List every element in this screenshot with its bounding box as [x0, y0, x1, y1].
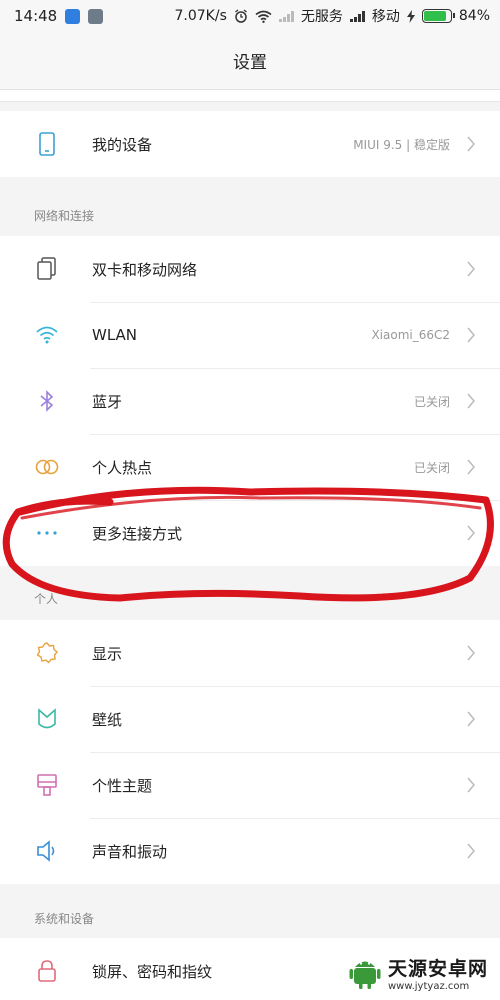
notification-app-icon	[65, 8, 81, 24]
settings-item-sound[interactable]: 声音和振动	[0, 818, 500, 884]
search-strip	[0, 90, 500, 102]
network-speed: 7.07K/s	[174, 8, 227, 24]
more-dots-icon	[34, 520, 60, 546]
battery-percent: 84%	[458, 8, 490, 24]
section-network: 双卡和移动网络 WLAN Xiaomi_66C2 蓝牙 已关闭 个人热点 已关闭…	[0, 236, 500, 566]
notification-message-icon	[88, 8, 104, 24]
settings-item-label: 个性主题	[92, 776, 153, 795]
section-header-personal: 个人	[0, 578, 500, 618]
settings-item-my-device[interactable]: 我的设备 MIUI 9.5 | 稳定版	[0, 111, 500, 177]
settings-item-dual-sim[interactable]: 双卡和移动网络	[0, 236, 500, 302]
settings-item-wallpaper[interactable]: 壁纸	[0, 686, 500, 752]
settings-item-wlan[interactable]: WLAN Xiaomi_66C2	[0, 302, 500, 368]
settings-item-hotspot[interactable]: 个人热点 已关闭	[0, 434, 500, 500]
settings-item-label: 声音和振动	[92, 842, 168, 861]
settings-item-label: 蓝牙	[92, 392, 123, 411]
sim2-signal-icon	[349, 10, 365, 22]
sim1-signal-icon	[278, 10, 294, 22]
lock-icon	[34, 958, 60, 984]
charging-icon	[406, 9, 415, 23]
settings-item-theme[interactable]: 个性主题	[0, 752, 500, 818]
chevron-right-icon	[467, 261, 475, 277]
chevron-right-icon	[467, 393, 475, 409]
hotspot-icon	[34, 454, 60, 480]
no-service-text: 无服务	[300, 9, 343, 25]
settings-item-value: MIUI 9.5 | 稳定版	[353, 137, 450, 152]
section-header-label: 系统和设备	[34, 911, 95, 926]
chevron-right-icon	[467, 136, 475, 152]
page-title: 设置	[233, 53, 267, 73]
settings-item-label: 壁纸	[92, 710, 123, 729]
chevron-right-icon	[467, 711, 475, 727]
wifi-status-icon	[255, 10, 272, 23]
chevron-right-icon	[467, 843, 475, 859]
chevron-right-icon	[467, 525, 475, 541]
settings-item-label: WLAN	[92, 326, 138, 344]
android-robot-logo-icon	[349, 961, 381, 989]
battery-fill	[423, 11, 446, 21]
section-header-network: 网络和连接	[0, 195, 500, 235]
settings-item-bluetooth[interactable]: 蓝牙 已关闭	[0, 368, 500, 434]
battery-icon	[421, 9, 455, 23]
settings-item-value: Xiaomi_66C2	[371, 328, 450, 342]
status-bar: 14:48 7.07K/s 无服务 移动 84%	[0, 0, 500, 32]
section-header-label: 个人	[34, 591, 59, 606]
phone-icon	[34, 131, 60, 157]
display-icon	[34, 640, 60, 666]
settings-item-label: 我的设备	[92, 135, 153, 154]
carrier-name: 移动	[371, 9, 400, 25]
sim-card-icon	[34, 256, 60, 282]
watermark: 天源安卓网 www.jytyaz.com	[341, 952, 494, 994]
watermark-brand: 天源安卓网	[387, 958, 488, 980]
status-time: 14:48	[14, 7, 58, 25]
section-top: 我的设备 MIUI 9.5 | 稳定版	[0, 111, 500, 177]
settings-item-label: 更多连接方式	[92, 524, 183, 543]
section-personal: 显示 壁纸 个性主题 声音和振动	[0, 620, 500, 884]
alarm-icon	[234, 9, 247, 23]
settings-item-display[interactable]: 显示	[0, 620, 500, 686]
chevron-right-icon	[467, 459, 475, 475]
chevron-right-icon	[467, 645, 475, 661]
section-header-label: 网络和连接	[34, 208, 95, 223]
settings-item-label: 显示	[92, 644, 123, 663]
sound-icon	[34, 838, 60, 864]
section-header-system: 系统和设备	[0, 898, 500, 938]
settings-item-more-connections[interactable]: 更多连接方式	[0, 500, 500, 566]
wifi-icon	[34, 322, 60, 348]
wallpaper-icon	[34, 706, 60, 732]
theme-icon	[34, 772, 60, 798]
bluetooth-icon	[34, 388, 60, 414]
settings-item-value: 已关闭	[413, 460, 450, 475]
chevron-right-icon	[467, 777, 475, 793]
watermark-url: www.jytyaz.com	[387, 981, 470, 992]
chevron-right-icon	[467, 327, 475, 343]
settings-item-label: 双卡和移动网络	[92, 260, 198, 279]
settings-item-label: 个人热点	[92, 458, 153, 477]
page-title-bar: 设置	[0, 32, 500, 90]
settings-item-value: 已关闭	[413, 394, 450, 409]
